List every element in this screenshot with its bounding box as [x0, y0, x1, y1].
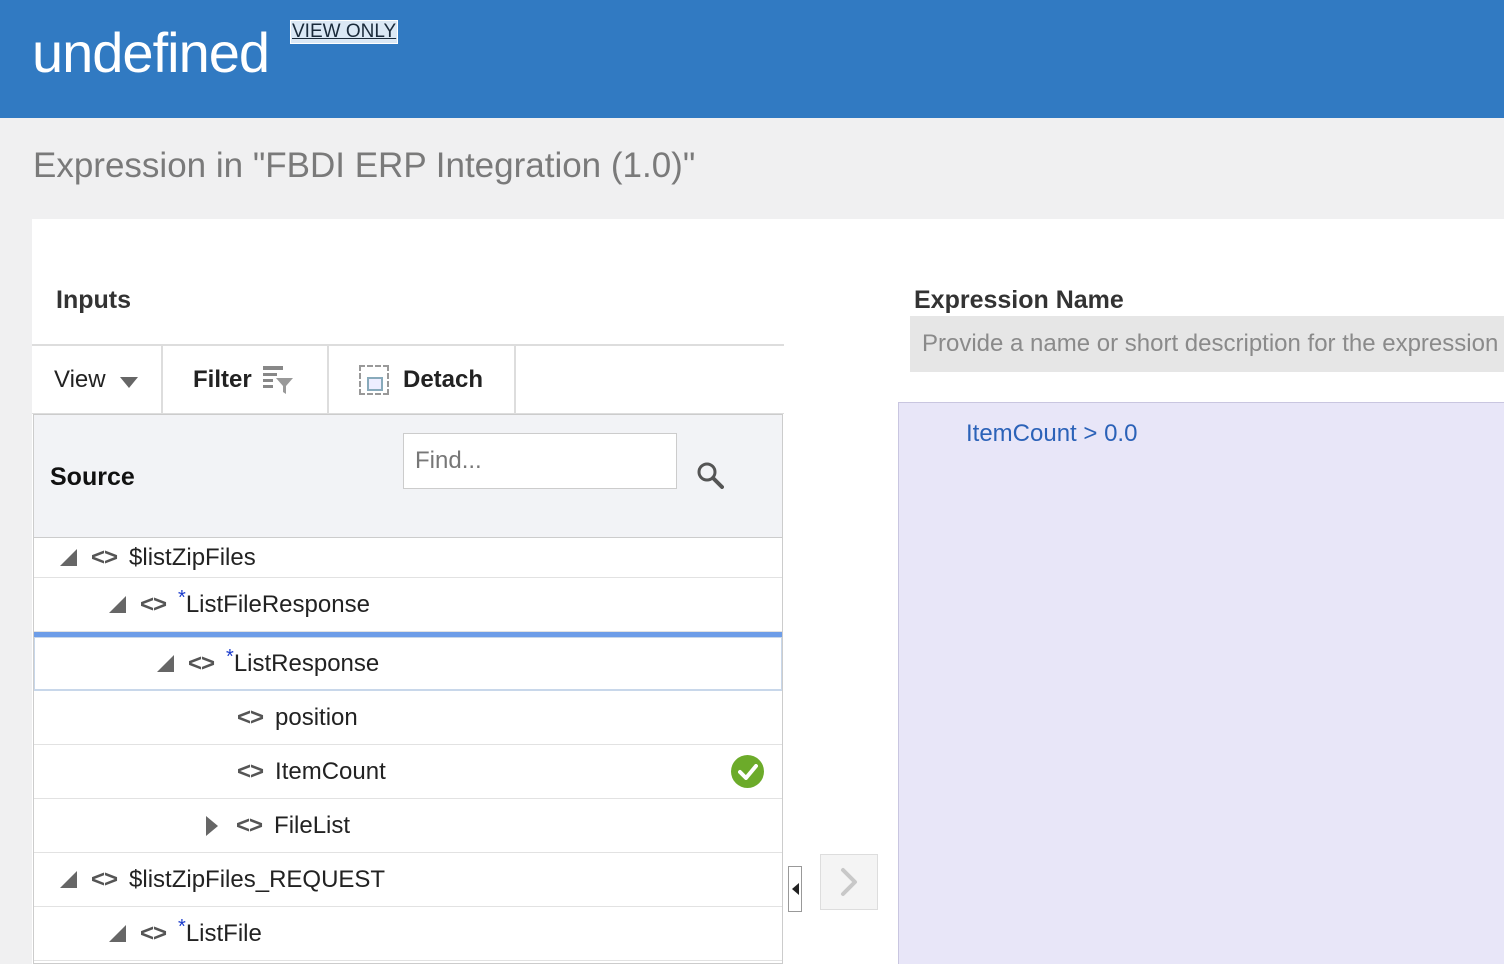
code-brackets-icon: <> [140, 919, 167, 947]
collapsed-triangle-icon[interactable] [206, 815, 218, 836]
tree-node-label: ListResponse [233, 649, 380, 677]
inputs-toolbar: View Filter Detach [32, 344, 784, 414]
filter-button[interactable]: Filter [163, 346, 329, 414]
search-icon[interactable] [696, 461, 724, 489]
tree-node-label: FileList [274, 811, 351, 839]
source-header: Source [34, 415, 782, 538]
tree-node-label: ItemCount [275, 757, 386, 785]
code-brackets-icon: <> [237, 757, 264, 785]
header-bar: undefined VIEW ONLY [0, 0, 1504, 118]
chevron-down-icon [119, 376, 138, 388]
required-marker: * [178, 916, 186, 938]
tree-node-label: ListFileResponse [185, 590, 370, 618]
filter-icon [262, 365, 294, 395]
expression-editor[interactable]: ItemCount > 0.0 [898, 402, 1504, 964]
filter-label: Filter [193, 366, 252, 393]
required-marker: * [178, 587, 186, 609]
expression-text[interactable]: ItemCount > 0.0 [966, 420, 1137, 448]
tree-row[interactable]: <> $listZipFiles_REQUEST [34, 853, 782, 907]
tree-row-selected[interactable]: <> * ListResponse [34, 632, 782, 691]
inputs-heading: Inputs [56, 286, 131, 314]
view-only-badge: VIEW ONLY [290, 20, 399, 44]
code-brackets-icon: <> [236, 811, 263, 839]
source-tree-panel: Source <> $listZipFiles <> * ListFileRes… [33, 414, 783, 964]
tree-node-label: $listZipFiles_REQUEST [129, 865, 386, 893]
expanded-triangle-icon[interactable] [109, 596, 126, 613]
insert-into-expression-button[interactable] [820, 854, 878, 910]
expanded-triangle-icon[interactable] [60, 871, 77, 888]
tree-row[interactable]: <> $listZipFiles [34, 538, 782, 578]
check-circle-icon [731, 755, 764, 788]
tree-row[interactable]: <> * ListFileResponse [34, 578, 782, 632]
code-brackets-icon: <> [237, 703, 264, 731]
source-tree: <> $listZipFiles <> * ListFileResponse <… [34, 538, 782, 961]
source-heading: Source [50, 463, 135, 491]
detach-icon [359, 365, 389, 395]
tree-node-label: position [275, 703, 358, 731]
tree-node-label: $listZipFiles [129, 543, 256, 571]
tree-row[interactable]: <> ItemCount [34, 745, 782, 799]
tree-row[interactable]: <> * ListFile [34, 907, 782, 961]
expanded-triangle-icon[interactable] [60, 549, 77, 566]
code-brackets-icon: <> [188, 649, 215, 677]
page-title: Expression in "FBDI ERP Integration (1.0… [33, 146, 696, 185]
tree-node-label: ListFile [185, 919, 262, 947]
tree-row[interactable]: <> FileList [34, 799, 782, 853]
detach-label: Detach [403, 366, 484, 393]
expression-name-label: Expression Name [914, 286, 1124, 314]
tree-row[interactable]: <> position [34, 691, 782, 745]
code-brackets-icon: <> [91, 865, 118, 893]
detach-button[interactable]: Detach [329, 346, 516, 414]
find-input[interactable] [403, 433, 677, 489]
chevron-right-icon [841, 868, 857, 896]
code-brackets-icon: <> [140, 590, 167, 618]
required-marker: * [226, 646, 234, 668]
view-menu-button[interactable]: View [32, 346, 163, 414]
collapse-panel-handle[interactable] [788, 866, 802, 912]
expanded-triangle-icon[interactable] [157, 655, 174, 672]
expanded-triangle-icon[interactable] [109, 925, 126, 942]
app-title: undefined [32, 21, 270, 84]
caret-left-icon [791, 883, 799, 895]
expression-name-field[interactable] [910, 316, 1504, 372]
code-brackets-icon: <> [91, 543, 118, 571]
view-label: View [54, 366, 106, 393]
